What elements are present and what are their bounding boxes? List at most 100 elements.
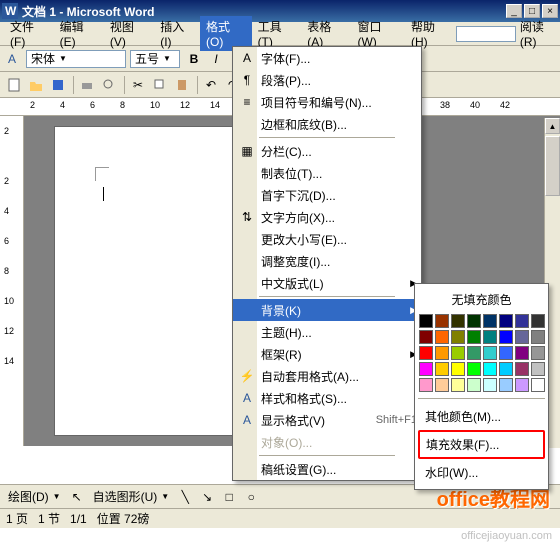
color-swatch[interactable]: [531, 330, 545, 344]
color-swatch[interactable]: [515, 362, 529, 376]
menu-item-background[interactable]: 背景(K)▶: [233, 299, 421, 321]
style-icon[interactable]: A: [4, 49, 24, 69]
paste-icon[interactable]: [172, 75, 192, 95]
nofill-button[interactable]: 无填充颜色: [418, 287, 545, 312]
color-swatch[interactable]: [435, 346, 449, 360]
minimize-button[interactable]: _: [506, 4, 522, 18]
menu-item-textdir[interactable]: ⇅文字方向(X)...: [233, 206, 421, 228]
color-swatch[interactable]: [499, 330, 513, 344]
menu-item-asianlayout[interactable]: 中文版式(L)▶: [233, 272, 421, 294]
watermark-button[interactable]: 水印(W)...: [418, 459, 545, 486]
oval-icon[interactable]: ○: [241, 487, 261, 507]
close-button[interactable]: ×: [542, 4, 558, 18]
menu-item-fitwidth[interactable]: 调整宽度(I)...: [233, 250, 421, 272]
color-swatch[interactable]: [467, 330, 481, 344]
arrow-icon[interactable]: ↘: [197, 487, 217, 507]
scroll-thumb[interactable]: [545, 136, 560, 196]
menu-item-paragraph[interactable]: ¶段落(P)...: [233, 69, 421, 91]
color-swatch[interactable]: [467, 314, 481, 328]
color-swatch[interactable]: [515, 314, 529, 328]
menu-item-tabs[interactable]: 制表位(T)...: [233, 162, 421, 184]
read-label[interactable]: 阅读(R): [520, 18, 556, 49]
color-swatch[interactable]: [467, 378, 481, 392]
fill-effects-button[interactable]: 填充效果(F)...: [418, 430, 545, 459]
print-icon[interactable]: [77, 75, 97, 95]
color-swatch[interactable]: [419, 362, 433, 376]
menu-item-autoformat[interactable]: ⚡自动套用格式(A)...: [233, 365, 421, 387]
menu-item-styles[interactable]: A样式和格式(S)...: [233, 387, 421, 409]
menu-item-bullets[interactable]: ≡项目符号和编号(N)...: [233, 91, 421, 113]
color-swatch[interactable]: [451, 314, 465, 328]
color-swatch[interactable]: [451, 378, 465, 392]
color-swatch[interactable]: [499, 314, 513, 328]
color-swatch[interactable]: [499, 362, 513, 376]
color-swatch[interactable]: [531, 346, 545, 360]
undo-icon[interactable]: ↶: [201, 75, 221, 95]
color-swatch[interactable]: [451, 346, 465, 360]
color-swatch[interactable]: [483, 378, 497, 392]
color-swatch[interactable]: [531, 314, 545, 328]
menu-item-manuscript[interactable]: 稿纸设置(G)...: [233, 458, 421, 480]
color-swatch[interactable]: [419, 330, 433, 344]
color-swatch[interactable]: [435, 330, 449, 344]
menu-view[interactable]: 视图(V): [104, 16, 154, 51]
font-size-select[interactable]: 五号▼: [130, 50, 180, 68]
bullets-icon: ≡: [237, 95, 257, 109]
color-swatch[interactable]: [499, 346, 513, 360]
margin-corner-icon: [95, 167, 109, 181]
menu-item-revealformat[interactable]: A显示格式(V)Shift+F1: [233, 409, 421, 431]
color-swatch[interactable]: [419, 314, 433, 328]
preview-icon[interactable]: [99, 75, 119, 95]
color-swatch[interactable]: [467, 346, 481, 360]
color-swatch[interactable]: [419, 346, 433, 360]
maximize-button[interactable]: □: [524, 4, 540, 18]
menu-edit[interactable]: 编辑(E): [54, 16, 104, 51]
color-swatch[interactable]: [515, 378, 529, 392]
color-swatch[interactable]: [531, 378, 545, 392]
color-swatch[interactable]: [483, 330, 497, 344]
autoshapes-menu[interactable]: 自选图形(U): [89, 488, 162, 505]
menu-item-changecase[interactable]: 更改大小写(E)...: [233, 228, 421, 250]
italic-button[interactable]: I: [206, 49, 226, 69]
copy-icon[interactable]: [150, 75, 170, 95]
color-swatch[interactable]: [451, 330, 465, 344]
styles-icon: A: [237, 391, 257, 405]
scroll-up-icon[interactable]: ▲: [545, 118, 560, 134]
color-swatch[interactable]: [435, 314, 449, 328]
more-colors-button[interactable]: 其他颜色(M)...: [418, 403, 545, 430]
color-swatch[interactable]: [451, 362, 465, 376]
color-swatch[interactable]: [435, 362, 449, 376]
menu-insert[interactable]: 插入(I): [154, 16, 200, 51]
color-swatch[interactable]: [515, 330, 529, 344]
color-swatch[interactable]: [531, 362, 545, 376]
color-swatch[interactable]: [515, 346, 529, 360]
color-swatch[interactable]: [419, 378, 433, 392]
help-search-input[interactable]: [456, 26, 516, 42]
bold-button[interactable]: B: [184, 49, 204, 69]
rect-icon[interactable]: □: [219, 487, 239, 507]
color-swatch[interactable]: [435, 378, 449, 392]
new-icon[interactable]: [4, 75, 24, 95]
menu-item-theme[interactable]: 主题(H)...: [233, 321, 421, 343]
columns-icon: ▦: [237, 144, 257, 158]
draw-menu[interactable]: 绘图(D): [4, 488, 53, 505]
menu-file[interactable]: 文件(F): [4, 16, 54, 51]
menu-item-frames[interactable]: 框架(R)▶: [233, 343, 421, 365]
color-swatch[interactable]: [499, 378, 513, 392]
font-icon: A: [237, 51, 257, 65]
menu-item-borders[interactable]: 边框和底纹(B)...: [233, 113, 421, 135]
menu-item-columns[interactable]: ▦分栏(C)...: [233, 140, 421, 162]
color-swatch[interactable]: [467, 362, 481, 376]
font-name-select[interactable]: 宋体▼: [26, 50, 126, 68]
color-swatch[interactable]: [483, 314, 497, 328]
menu-item-dropcap[interactable]: 首字下沉(D)...: [233, 184, 421, 206]
color-swatch[interactable]: [483, 346, 497, 360]
line-icon[interactable]: ╲: [175, 487, 195, 507]
textdir-icon: ⇅: [237, 210, 257, 224]
color-swatch[interactable]: [483, 362, 497, 376]
open-icon[interactable]: [26, 75, 46, 95]
cut-icon[interactable]: ✂: [128, 75, 148, 95]
select-icon[interactable]: ↖: [67, 487, 87, 507]
save-icon[interactable]: [48, 75, 68, 95]
menu-item-font[interactable]: A字体(F)...: [233, 47, 421, 69]
